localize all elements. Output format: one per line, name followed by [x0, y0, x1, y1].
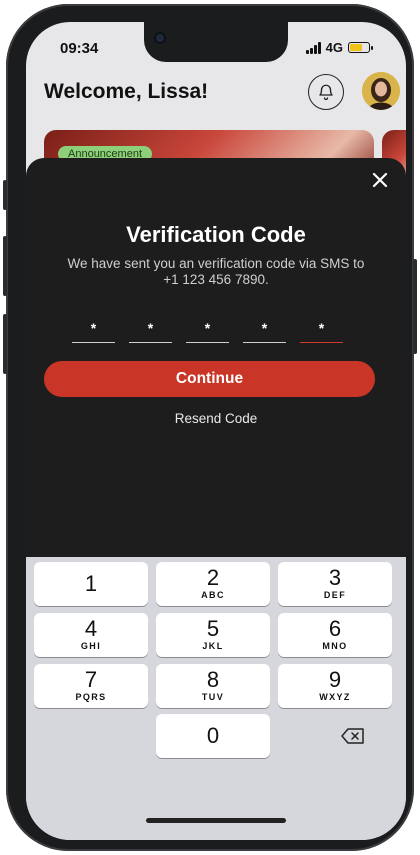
key-3[interactable]: 3 DEF: [278, 562, 392, 606]
screen: 09:34 4G Welcome, Lissa! Announcement Ve…: [26, 22, 406, 840]
phone-frame: 09:34 4G Welcome, Lissa! Announcement Ve…: [3, 4, 417, 851]
continue-button[interactable]: Continue: [44, 361, 375, 397]
backspace-key[interactable]: [308, 714, 398, 758]
otp-digit-4[interactable]: *: [243, 318, 286, 343]
key-4[interactable]: 4 GHI: [34, 613, 148, 657]
otp-input-group: * * * * *: [72, 318, 343, 343]
notch: [144, 22, 288, 62]
otp-digit-1[interactable]: *: [72, 318, 115, 343]
signal-icon: [305, 41, 321, 54]
bell-icon: [319, 84, 333, 101]
verification-sheet: Verification Code We have sent you an ve…: [26, 158, 406, 558]
key-9[interactable]: 9 WXYZ: [278, 664, 392, 708]
key-6[interactable]: 6 MNO: [278, 613, 392, 657]
status-indicators: 4G: [305, 40, 373, 55]
silent-switch: [3, 180, 7, 210]
key-8[interactable]: 8 TUV: [156, 664, 270, 708]
notifications-button[interactable]: [308, 74, 344, 110]
front-camera: [154, 32, 166, 44]
welcome-title: Welcome, Lissa!: [44, 80, 209, 103]
key-1[interactable]: 1: [34, 562, 148, 606]
battery-icon: [348, 42, 373, 53]
home-indicator: [146, 818, 286, 823]
avatar[interactable]: [362, 72, 400, 110]
network-label: 4G: [325, 40, 343, 55]
backspace-icon: [341, 728, 364, 744]
otp-digit-2[interactable]: *: [129, 318, 172, 343]
otp-digit-5[interactable]: *: [300, 318, 343, 343]
resend-code-link[interactable]: Resend Code: [26, 411, 406, 426]
close-icon: [372, 172, 388, 188]
otp-digit-3[interactable]: *: [186, 318, 229, 343]
key-5[interactable]: 5 JKL: [156, 613, 270, 657]
power-button: [413, 259, 417, 354]
volume-up-button: [3, 236, 7, 296]
key-2[interactable]: 2 ABC: [156, 562, 270, 606]
key-7[interactable]: 7 PQRS: [34, 664, 148, 708]
verification-subtitle: We have sent you an verification code vi…: [67, 256, 365, 287]
verification-title: Verification Code: [126, 222, 306, 247]
volume-down-button: [3, 314, 7, 374]
close-button[interactable]: [370, 170, 390, 190]
key-0[interactable]: 0: [156, 714, 270, 758]
status-time: 09:34: [60, 40, 99, 57]
avatar-image: [362, 72, 400, 110]
